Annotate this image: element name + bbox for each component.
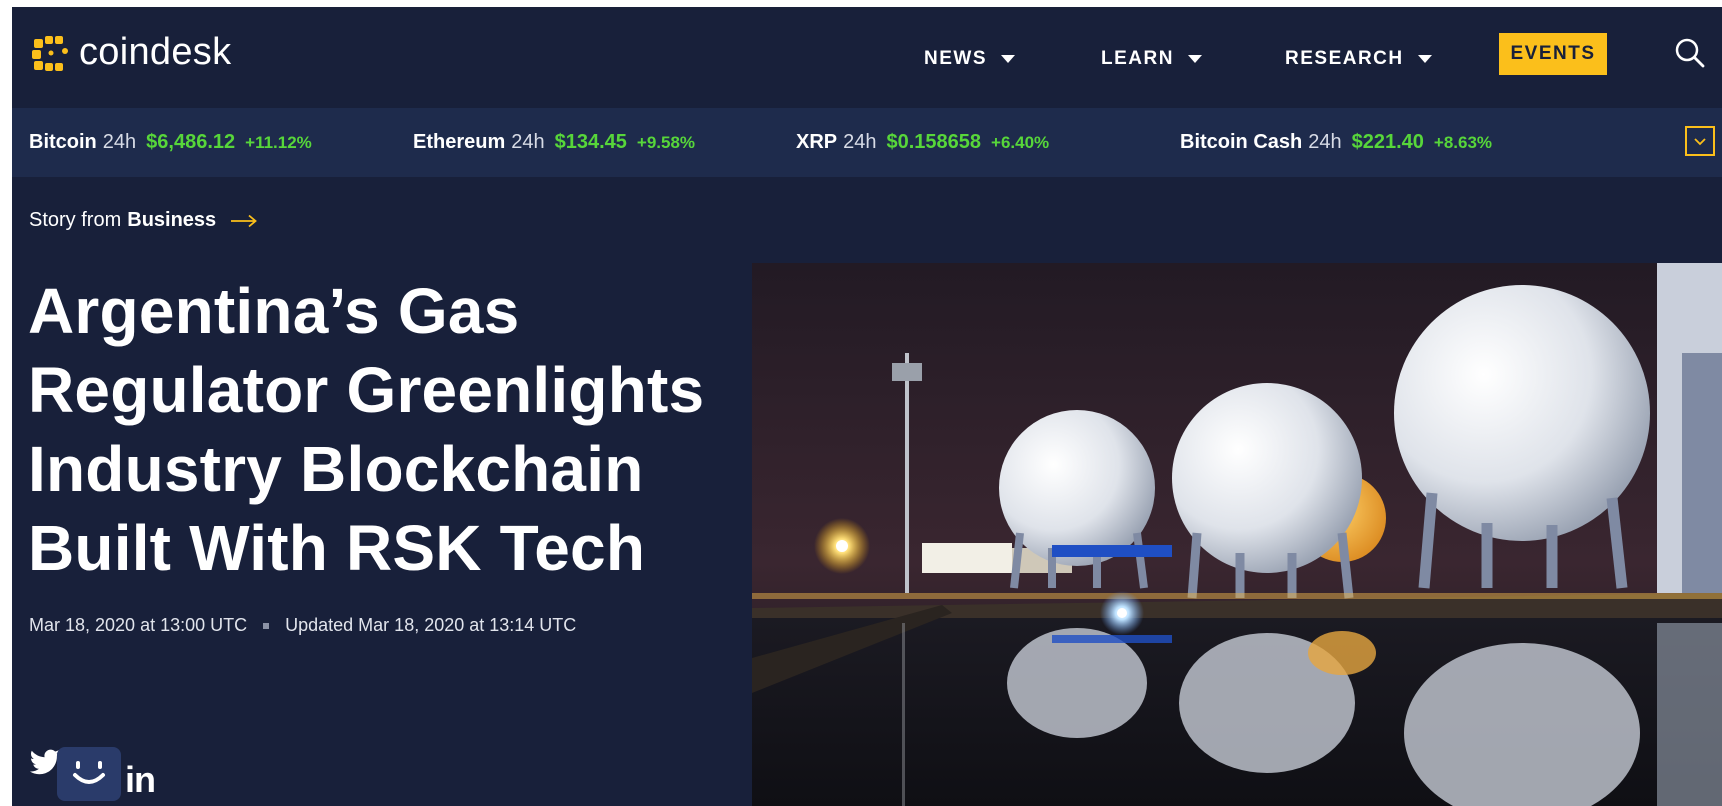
chevron-down-icon bbox=[1001, 55, 1015, 63]
chevron-down-icon bbox=[1187, 55, 1202, 63]
ticker-period: 24h bbox=[1308, 131, 1342, 153]
gas-storage-tanks-illustration bbox=[752, 263, 1722, 806]
ticker-change: +11.12% bbox=[245, 132, 312, 152]
ticker-name: Bitcoin Cash bbox=[1180, 131, 1303, 153]
ticker-price: $221.40 bbox=[1351, 131, 1424, 153]
ticker-item-ethereum[interactable]: Ethereum 24h $134.45 +9.58% bbox=[413, 108, 695, 177]
story-category-link[interactable]: Story from Business bbox=[29, 209, 258, 232]
date-separator bbox=[263, 622, 270, 629]
arrow-right-icon bbox=[231, 214, 258, 227]
ticker-item-bitcoin[interactable]: Bitcoin 24h $6,486.12 +11.12% bbox=[29, 108, 312, 177]
chevron-down-icon bbox=[1694, 138, 1706, 146]
ticker-period: 24h bbox=[843, 131, 877, 153]
article-headline: Argentina’s Gas Regulator Greenlights In… bbox=[28, 275, 705, 584]
ticker-item-xrp[interactable]: XRP 24h $0.158658 +6.40% bbox=[796, 108, 1049, 177]
ticker-price: $6,486.12 bbox=[146, 131, 236, 153]
site-header: coindesk NEWS LEARN RESEARCH EVENTS bbox=[12, 7, 1722, 107]
coindesk-logo-icon bbox=[32, 35, 68, 71]
linkedin-share[interactable]: in bbox=[125, 759, 156, 801]
ticker-period: 24h bbox=[102, 131, 137, 153]
story-category: Business bbox=[127, 209, 217, 231]
story-prefix: Story from bbox=[29, 209, 122, 231]
price-ticker: Bitcoin 24h $6,486.12 +11.12% Ethereum 2… bbox=[12, 108, 1722, 177]
nav-news-label: NEWS bbox=[924, 48, 987, 69]
ticker-change: +6.40% bbox=[991, 132, 1050, 152]
ticker-item-bitcoin-cash[interactable]: Bitcoin Cash 24h $221.40 +8.63% bbox=[1180, 108, 1492, 177]
nav-learn[interactable]: LEARN bbox=[1101, 39, 1202, 79]
ticker-change: +9.58% bbox=[636, 132, 696, 152]
updated-date: Updated Mar 18, 2020 at 13:14 UTC bbox=[285, 615, 577, 635]
ticker-price: $0.158658 bbox=[886, 131, 982, 153]
article-dates: Mar 18, 2020 at 13:00 UTC Updated Mar 18… bbox=[29, 615, 576, 636]
chat-face-icon bbox=[73, 761, 105, 784]
ticker-name: Bitcoin bbox=[29, 131, 97, 153]
coindesk-logo[interactable]: coindesk bbox=[31, 31, 231, 74]
search-icon bbox=[1675, 38, 1705, 68]
article-hero-image bbox=[752, 263, 1722, 806]
chat-widget-button[interactable] bbox=[57, 747, 121, 801]
ticker-name: XRP bbox=[796, 131, 838, 153]
nav-research-label: RESEARCH bbox=[1285, 48, 1404, 69]
chevron-down-icon bbox=[1417, 55, 1432, 63]
events-button[interactable]: EVENTS bbox=[1499, 33, 1607, 75]
nav-news[interactable]: NEWS bbox=[924, 39, 1015, 79]
nav-learn-label: LEARN bbox=[1101, 48, 1174, 69]
ticker-period: 24h bbox=[511, 131, 545, 153]
ticker-expand-button[interactable] bbox=[1685, 126, 1715, 156]
browser-viewport: coindesk NEWS LEARN RESEARCH EVENTS Bitc… bbox=[12, 7, 1722, 806]
ticker-price: $134.45 bbox=[554, 131, 627, 153]
search-button[interactable] bbox=[1674, 37, 1706, 74]
nav-research[interactable]: RESEARCH bbox=[1285, 39, 1432, 79]
brand-name: coindesk bbox=[79, 31, 232, 73]
ticker-name: Ethereum bbox=[413, 131, 506, 153]
ticker-change: +8.63% bbox=[1433, 132, 1493, 152]
published-date: Mar 18, 2020 at 13:00 UTC bbox=[29, 615, 248, 635]
